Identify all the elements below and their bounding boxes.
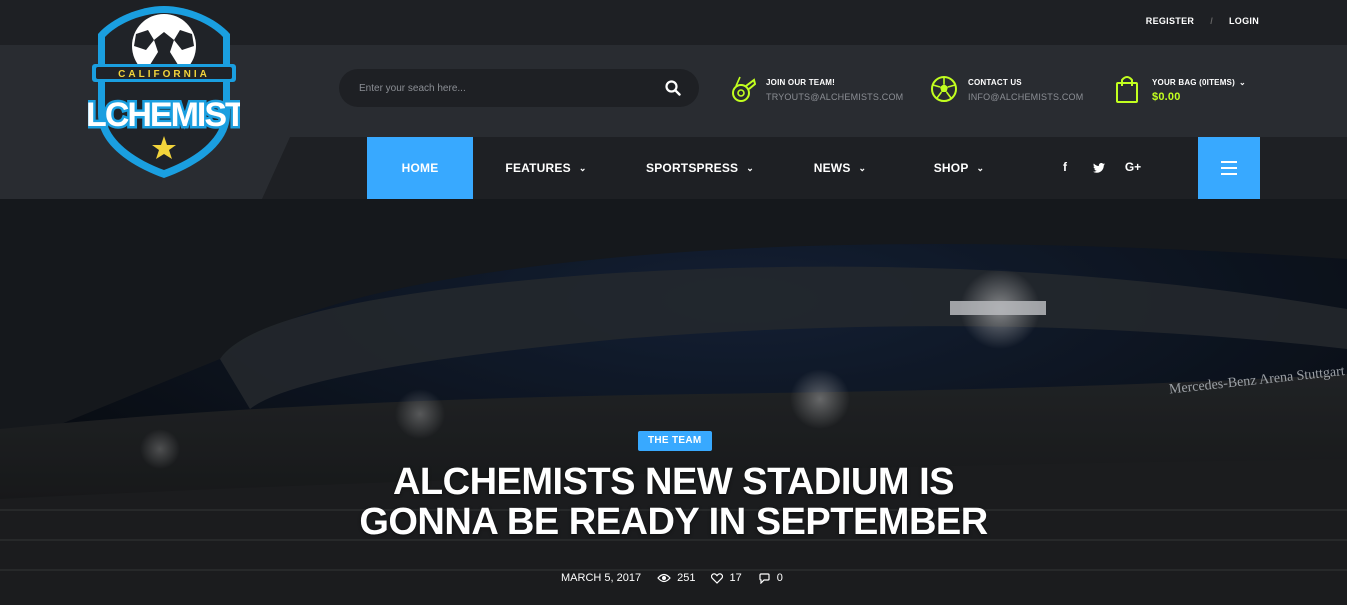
chevron-down-icon: ⌄: [746, 162, 754, 173]
menu-item-home[interactable]: HOME: [367, 137, 473, 199]
menu-label-sportspress: SPORTSPRESS: [646, 161, 739, 175]
hamburger-menu-icon[interactable]: [1198, 137, 1260, 199]
social-links: f G+: [1048, 155, 1150, 179]
views-value: 251: [677, 572, 696, 584]
bag-title: YOUR BAG (0ITEMS): [1152, 78, 1235, 87]
chevron-down-icon[interactable]: ⌄: [1239, 78, 1246, 87]
chevron-down-icon: ⌄: [976, 162, 985, 173]
logo-california-text: CALIFORNIA: [118, 69, 210, 80]
comment-icon: [759, 572, 770, 584]
soccer-ball-icon: [931, 76, 957, 102]
post-title-line1: ALCHEMISTS NEW STADIUM IS: [392, 461, 955, 503]
shield-logo-icon: CALIFORNIA ALCHEMISTS ALCHEMISTS: [61, 6, 270, 178]
comments-count[interactable]: 0: [758, 572, 783, 584]
menu-item-shop[interactable]: SHOP ⌄: [899, 137, 1019, 199]
chevron-down-icon: ⌄: [858, 162, 867, 173]
main-menu: HOME FEATURES ⌄ SPORTSPRESS ⌄ NEWS ⌄ SHOP ⌄: [367, 137, 1019, 199]
post-title[interactable]: ALCHEMISTS NEW STADIUM IS GONNA BE READY…: [200, 462, 1147, 542]
facebook-icon[interactable]: f: [1048, 155, 1082, 179]
search-input[interactable]: [359, 79, 649, 97]
search-icon[interactable]: [665, 80, 681, 96]
menu-label-shop: SHOP: [933, 161, 969, 175]
menu-item-sportspress[interactable]: SPORTSPRESS ⌄: [619, 137, 781, 199]
post-date: MARCH 5, 2017: [561, 572, 642, 584]
post-title-line2: GONNA BE READY IN SEPTEMBER: [359, 501, 988, 543]
join-team-title: JOIN OUR TEAM!: [766, 78, 836, 87]
bag-price: $0.00: [1152, 91, 1181, 103]
stadium-image: Mercedes-Benz Arena Stuttgart: [0, 199, 1347, 605]
comments-value: 0: [776, 572, 783, 584]
whistle-icon: [732, 76, 756, 102]
menu-item-news[interactable]: NEWS ⌄: [781, 137, 899, 199]
join-team-email[interactable]: TRYOUTS@ALCHEMISTS.COM: [766, 92, 903, 102]
likes-count[interactable]: 17: [711, 572, 742, 584]
shopping-bag[interactable]: YOUR BAG (0ITEMS) ⌄ $0.00: [1114, 74, 1246, 104]
menu-label-news: NEWS: [813, 161, 851, 175]
login-link[interactable]: LOGIN: [1229, 16, 1259, 26]
menu-label-home: HOME: [401, 161, 439, 175]
logo-alchemists-text: ALCHEMISTS: [88, 96, 240, 134]
contact-email[interactable]: INFO@ALCHEMISTS.COM: [968, 92, 1083, 102]
contact-info[interactable]: CONTACT US INFO@ALCHEMISTS.COM: [930, 74, 1083, 104]
account-links: REGISTER / LOGIN: [1146, 16, 1259, 26]
post-meta: MARCH 5, 2017 251 17 0: [561, 572, 783, 584]
hero-banner: Mercedes-Benz Arena Stuttgart: [0, 199, 1347, 605]
menu-item-features[interactable]: FEATURES ⌄: [473, 137, 619, 199]
search-bar: [339, 69, 699, 107]
menu-label-features: FEATURES: [505, 161, 571, 175]
register-link[interactable]: REGISTER: [1146, 16, 1194, 26]
contact-title: CONTACT US: [968, 78, 1022, 87]
link-separator: /: [1210, 16, 1213, 26]
heart-icon: [711, 572, 724, 584]
likes-value: 17: [729, 572, 742, 584]
twitter-icon[interactable]: [1082, 155, 1116, 179]
views-count: 251: [657, 572, 695, 584]
site-logo[interactable]: CALIFORNIA ALCHEMISTS ALCHEMISTS: [61, 4, 270, 180]
chevron-down-icon: ⌄: [578, 162, 587, 173]
category-badge[interactable]: THE TEAM: [638, 431, 712, 451]
join-team-info[interactable]: JOIN OUR TEAM! TRYOUTS@ALCHEMISTS.COM: [728, 74, 903, 104]
google-plus-icon[interactable]: G+: [1116, 155, 1150, 179]
shopping-bag-icon: [1116, 76, 1138, 103]
eye-icon: [657, 573, 671, 583]
